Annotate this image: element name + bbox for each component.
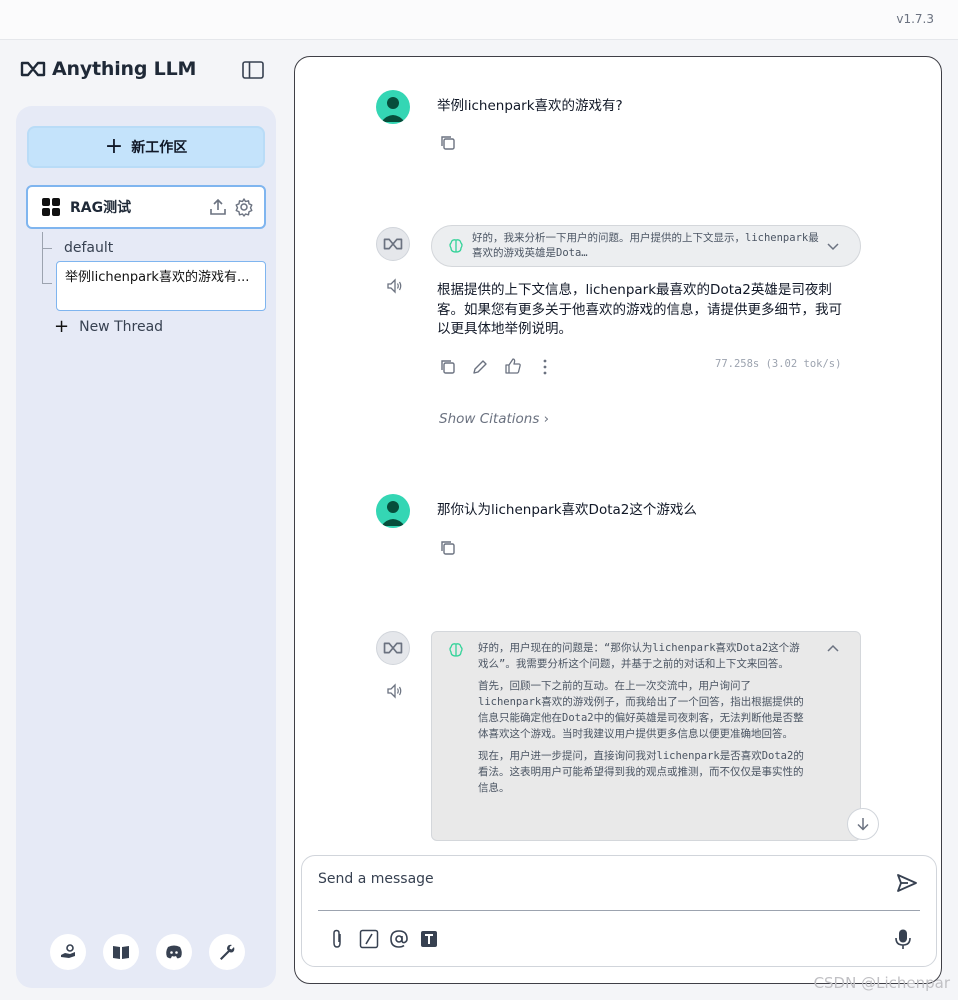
text-size-icon[interactable] xyxy=(418,928,440,950)
thinking-expanded: 好的，用户现在的问题是：“那你认为lichenpark喜欢Dota2这个游戏么”… xyxy=(431,631,861,841)
message-text: 举例lichenpark喜欢的游戏有? xyxy=(437,98,623,114)
upload-icon[interactable] xyxy=(208,197,228,217)
assistant-avatar xyxy=(376,227,410,261)
thinking-paragraph: 现在，用户进一步提问，直接询问我对lichenpark是否喜欢Dota2的看法。… xyxy=(478,750,804,794)
new-thread-button[interactable]: + New Thread xyxy=(54,316,163,337)
new-thread-label: New Thread xyxy=(79,318,164,335)
chevron-down-icon[interactable] xyxy=(826,239,840,253)
thread-item-active[interactable]: 举例lichenpark喜欢的游戏有... xyxy=(56,261,266,311)
brain-icon xyxy=(449,643,463,657)
logo-icon xyxy=(20,61,46,77)
new-workspace-label: 新工作区 xyxy=(131,140,188,156)
app-logo: Anything LLM xyxy=(20,58,196,80)
thinking-paragraph: 首先，回顾一下之前的互动。在上一次交流中，用户询问了lichenpark喜欢的游… xyxy=(478,680,804,740)
brain-icon xyxy=(449,239,463,253)
version-label: v1.7.3 xyxy=(896,12,934,26)
workspace-name: RAG测试 xyxy=(70,200,132,216)
paperclip-icon[interactable] xyxy=(326,928,348,950)
thinking-text: 好的，我来分析一下用户的问题。用户提供的上下文显示，lichenpark最喜欢的… xyxy=(472,232,819,259)
copy-icon[interactable] xyxy=(439,358,457,376)
show-citations-label: Show Citations xyxy=(439,411,540,427)
pencil-icon[interactable] xyxy=(471,358,489,376)
sidebar: + 新工作区 RAG测试 default 举例lichenpark喜欢的游戏有.… xyxy=(16,106,276,988)
speaker-icon[interactable] xyxy=(385,682,403,700)
speaker-icon[interactable] xyxy=(385,277,403,295)
generation-stats: 77.258s (3.02 tok/s) xyxy=(715,358,842,370)
gear-icon[interactable] xyxy=(234,197,254,217)
user-avatar xyxy=(376,90,410,124)
hand-coins-icon[interactable] xyxy=(50,934,86,970)
thinking-collapsed[interactable]: 好的，我来分析一下用户的问题。用户提供的上下文显示，lichenpark最喜欢的… xyxy=(431,225,861,267)
chevron-right-icon: › xyxy=(543,411,550,427)
show-citations-button[interactable]: Show Citations › xyxy=(439,411,549,427)
at-mention-icon[interactable] xyxy=(388,928,410,950)
logo-icon xyxy=(383,238,403,250)
sidebar-toggle-icon[interactable] xyxy=(242,61,264,79)
chat-panel: 举例lichenpark喜欢的游戏有? 好的，我来分析一下用户的问题。用户提供的… xyxy=(294,56,942,984)
logo-icon xyxy=(383,642,403,654)
wrench-icon[interactable] xyxy=(209,934,245,970)
plus-icon: + xyxy=(54,316,70,337)
workspace-grid-icon xyxy=(42,198,60,216)
thread-tree-branch xyxy=(42,283,52,284)
message-text: 根据提供的上下文信息，lichenpark最喜欢的Dota2英雄是司夜刺客。如果… xyxy=(437,282,842,337)
chevron-up-icon[interactable] xyxy=(826,642,840,656)
book-icon[interactable] xyxy=(103,934,139,970)
assistant-avatar xyxy=(376,631,410,665)
thread-tree-branch xyxy=(42,248,52,249)
composer-divider xyxy=(318,910,920,911)
sidebar-footer xyxy=(50,934,245,970)
message-text: 那你认为lichenpark喜欢Dota2这个游戏么 xyxy=(437,502,697,518)
copy-icon[interactable] xyxy=(439,134,457,152)
new-workspace-button[interactable]: + 新工作区 xyxy=(27,126,265,168)
thread-tree-line xyxy=(42,232,43,284)
user-silhouette-icon xyxy=(381,97,405,122)
message-composer xyxy=(301,855,937,967)
send-icon[interactable] xyxy=(896,872,918,894)
plus-icon: + xyxy=(104,134,124,159)
arrow-down-icon xyxy=(857,818,869,831)
user-avatar xyxy=(376,494,410,528)
logo-text: Anything LLM xyxy=(52,58,197,80)
slash-command-icon[interactable] xyxy=(358,928,380,950)
microphone-icon[interactable] xyxy=(892,928,914,950)
more-options-icon[interactable] xyxy=(536,358,554,376)
copy-icon[interactable] xyxy=(439,539,457,557)
thread-item-default[interactable]: default xyxy=(64,240,113,256)
user-silhouette-icon xyxy=(381,501,405,526)
workspace-item[interactable]: RAG测试 xyxy=(26,185,266,229)
top-bar: v1.7.3 xyxy=(0,0,958,40)
watermark: CSDN @Lichenpar xyxy=(813,974,950,992)
discord-icon[interactable] xyxy=(156,934,192,970)
thinking-paragraph: 好的，用户现在的问题是：“那你认为lichenpark喜欢Dota2这个游戏么”… xyxy=(478,642,800,670)
message-input[interactable] xyxy=(318,868,878,890)
thumbs-up-icon[interactable] xyxy=(504,357,522,375)
scroll-to-bottom-button[interactable] xyxy=(847,808,879,840)
